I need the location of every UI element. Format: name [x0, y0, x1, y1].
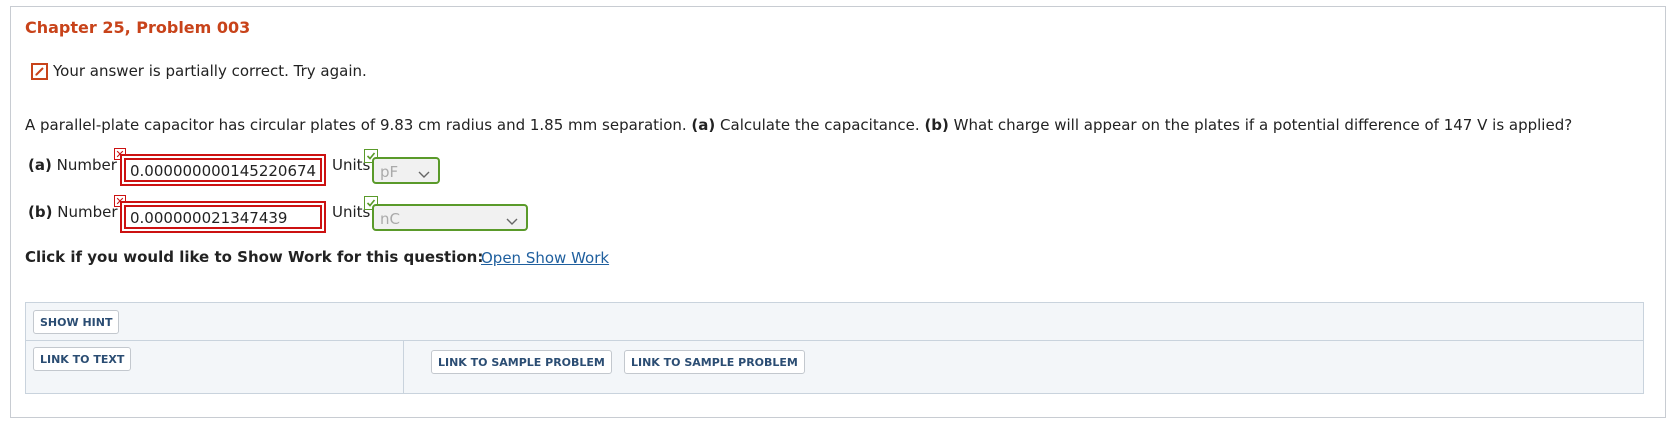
resources-panel: SHOW HINT LINK TO TEXT LINK TO SAMPLE PR… — [25, 302, 1644, 394]
show-work-prompt: Click if you would like to Show Work for… — [25, 248, 484, 266]
part-a-tag: (a) — [691, 116, 716, 134]
answer-b-unit-select[interactable]: nC — [372, 204, 528, 231]
panel-divider — [26, 340, 1643, 341]
link-to-sample-problem-button[interactable]: LINK TO SAMPLE PROBLEM — [431, 350, 612, 374]
answer-a-label: (a) Number — [28, 156, 117, 174]
answer-a-unit-select[interactable]: pF — [372, 157, 440, 184]
status-message: Your answer is partially correct. Try ag… — [53, 62, 367, 80]
part-b-tag: (b) — [924, 116, 949, 134]
answer-b-unit-value: nC — [380, 210, 400, 228]
answer-a-number-label: Number — [56, 156, 117, 174]
answer-b-tag: (b) — [28, 203, 53, 221]
answer-b-label: (b) Number — [28, 203, 118, 221]
answer-b-number-label: Number — [57, 203, 118, 221]
open-show-work-link[interactable]: Open Show Work — [481, 249, 609, 267]
answer-a-tag: (a) — [28, 156, 52, 174]
link-to-text-button[interactable]: LINK TO TEXT — [33, 347, 132, 371]
part-b-text: What charge will appear on the plates if… — [953, 116, 1573, 134]
answer-a-number-input[interactable]: 0.000000000145220674 — [120, 154, 326, 186]
part-a-text: Calculate the capacitance. — [720, 116, 920, 134]
chevron-down-icon — [506, 212, 518, 230]
chevron-down-icon — [418, 165, 430, 183]
question-text: A parallel-plate capacitor has circular … — [25, 116, 1572, 134]
panel-divider — [403, 341, 404, 394]
question-intro: A parallel-plate capacitor has circular … — [25, 116, 687, 134]
problem-title: Chapter 25, Problem 003 — [25, 18, 251, 37]
link-to-sample-problem-button[interactable]: LINK TO SAMPLE PROBLEM — [624, 350, 805, 374]
show-hint-button[interactable]: SHOW HINT — [33, 310, 120, 334]
answer-a-unit-value: pF — [380, 163, 399, 181]
answer-b-number-input[interactable]: 0.000000021347439 — [120, 201, 326, 233]
answer-status: Your answer is partially correct. Try ag… — [31, 61, 367, 81]
pencil-icon — [31, 62, 48, 80]
